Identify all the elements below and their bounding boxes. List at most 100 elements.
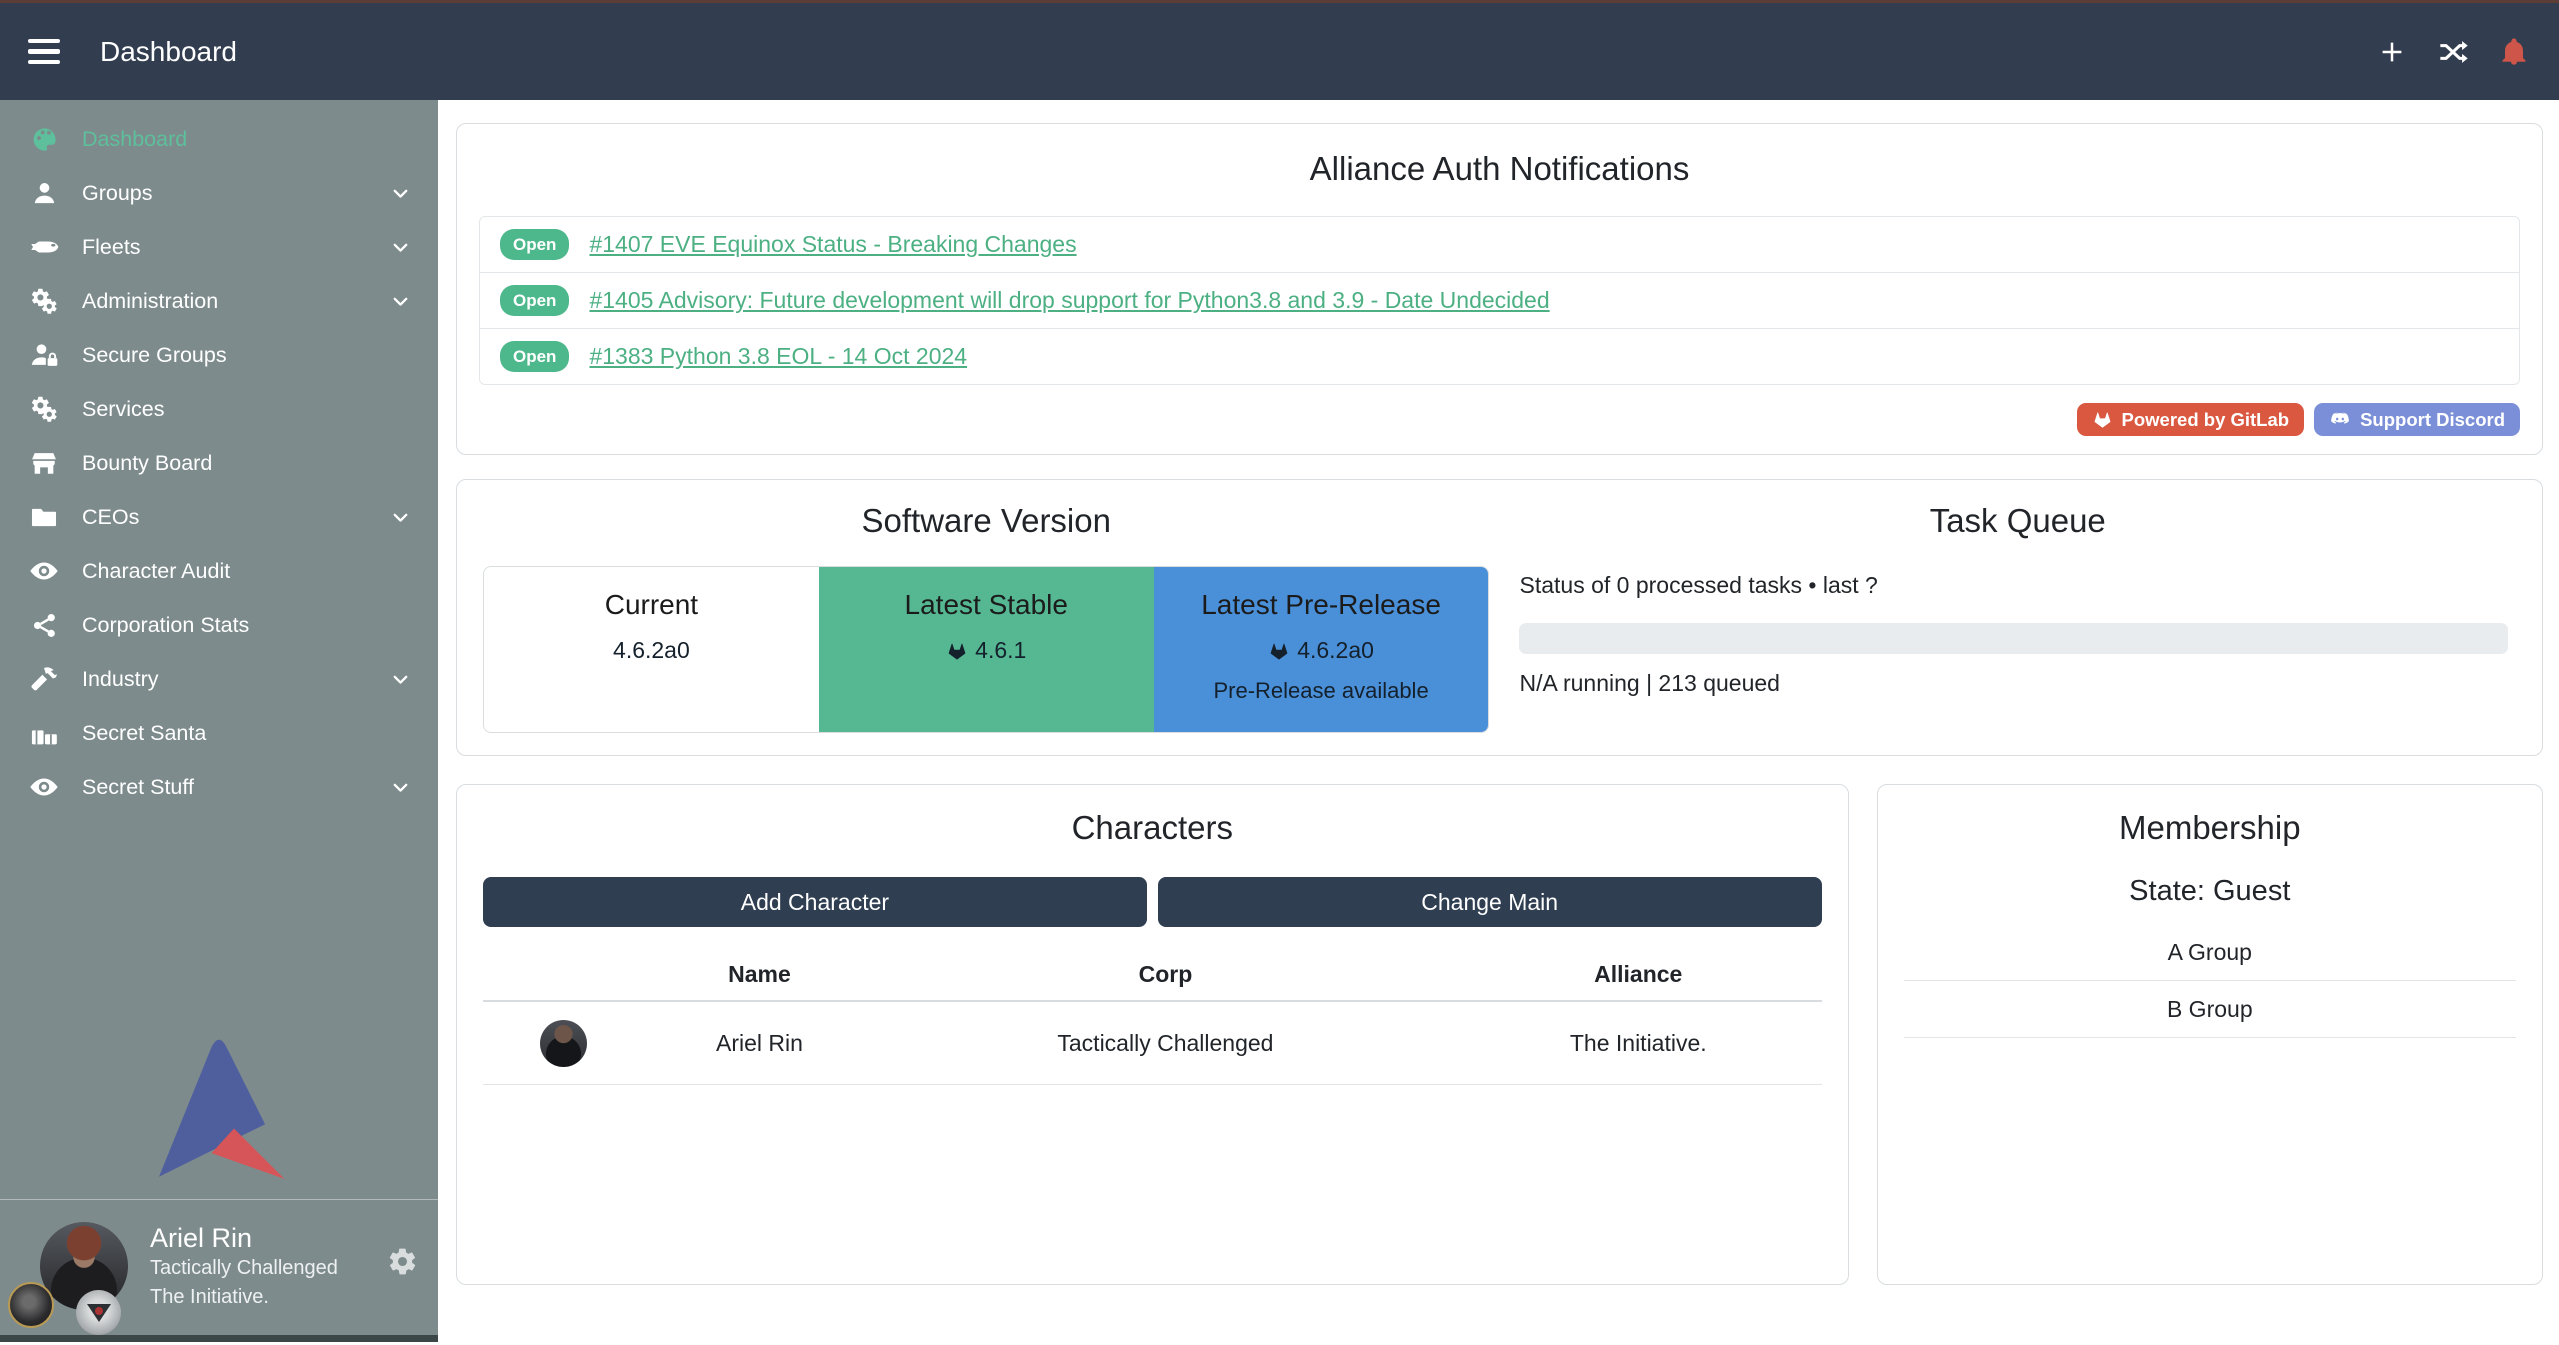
sidebar-item-label: Character Audit [82, 559, 230, 584]
list-item: A Group [1904, 924, 2516, 981]
user-settings-gear-icon[interactable] [387, 1246, 418, 1277]
shuffle-icon[interactable] [2437, 36, 2469, 68]
sidebar-item-label: Secret Santa [82, 721, 206, 746]
status-badge: Open [500, 285, 569, 316]
version-number: 4.6.2a0 [1297, 637, 1374, 664]
support-discord-badge[interactable]: Support Discord [2314, 403, 2520, 436]
page-title: Dashboard [100, 36, 237, 68]
sidebar-item-dashboard[interactable]: Dashboard [0, 112, 438, 166]
bottom-row: Characters Add Character Change Main Nam… [456, 784, 2543, 1285]
characters-table: Name Corp Alliance Ariel Rin Tactically … [483, 947, 1822, 1085]
main-content: Alliance Auth Notifications Open #1407 E… [438, 100, 2559, 1342]
share-nodes-icon [26, 609, 62, 641]
sidebar-item-label: Groups [82, 181, 153, 206]
gears-icon [26, 285, 62, 317]
sidebar-item-fleets[interactable]: Fleets [0, 220, 438, 274]
notifications-panel: Alliance Auth Notifications Open #1407 E… [456, 123, 2543, 455]
task-queue-section: Task Queue Status of 0 processed tasks •… [1505, 502, 2516, 733]
gears-icon [26, 393, 62, 425]
status-badge: Open [500, 341, 569, 372]
spaceship-icon [26, 231, 62, 263]
version-latest-prerelease: Latest Pre-Release 4.6.2a0 Pre-Release a… [1154, 567, 1489, 732]
characters-panel: Characters Add Character Change Main Nam… [456, 784, 1849, 1285]
change-main-button[interactable]: Change Main [1158, 877, 1822, 927]
store-icon [26, 447, 62, 479]
software-version-section: Software Version Current 4.6.2a0 Latest … [483, 502, 1489, 733]
prerelease-note: Pre-Release available [1154, 678, 1489, 704]
sidebar: Dashboard Groups Fleets [0, 100, 438, 1342]
version-latest-stable: Latest Stable 4.6.1 [819, 567, 1154, 732]
sidebar-item-label: Bounty Board [82, 451, 212, 476]
corp-logo [8, 1282, 54, 1328]
character-portrait [540, 1020, 587, 1067]
bell-icon[interactable] [2499, 37, 2529, 67]
list-item: B Group [1904, 981, 2516, 1038]
sidebar-item-services[interactable]: Services [0, 382, 438, 436]
membership-state: State: Guest [1896, 875, 2524, 908]
name-column-header: Name [643, 947, 876, 1001]
corp-column-header: Corp [876, 947, 1455, 1001]
version-comparison-box: Current 4.6.2a0 Latest Stable 4.6.1 Late… [483, 566, 1489, 733]
sidebar-item-corporation-stats[interactable]: Corporation Stats [0, 598, 438, 652]
sidebar-item-character-audit[interactable]: Character Audit [0, 544, 438, 598]
hammer-icon [26, 663, 62, 695]
chevron-down-icon [389, 236, 412, 259]
sidebar-item-secret-santa[interactable]: Secret Santa [0, 706, 438, 760]
notifications-footer: Powered by GitLab Support Discord [479, 403, 2520, 436]
sidebar-item-bounty-board[interactable]: Bounty Board [0, 436, 438, 490]
navbar-actions [2377, 36, 2529, 68]
gifts-icon [26, 717, 62, 749]
notification-link[interactable]: #1405 Advisory: Future development will … [589, 287, 1549, 314]
alliance-auth-logo [0, 1031, 438, 1181]
version-column-label: Latest Stable [819, 589, 1154, 621]
character-alliance: The Initiative. [1455, 1001, 1822, 1085]
add-character-button[interactable]: Add Character [483, 877, 1147, 927]
sidebar-item-label: Administration [82, 289, 218, 314]
alliance-column-header: Alliance [1455, 947, 1822, 1001]
character-corp: Tactically Challenged [876, 1001, 1455, 1085]
sidebar-item-label: Secret Stuff [82, 775, 194, 800]
version-number: 4.6.2a0 [613, 637, 690, 664]
sidebar-item-secret-stuff[interactable]: Secret Stuff [0, 760, 438, 814]
menu-toggle-icon[interactable] [28, 39, 60, 65]
user-name: Ariel Rin [150, 1222, 338, 1254]
table-row: Ariel Rin Tactically Challenged The Init… [483, 1001, 1822, 1085]
chevron-down-icon [389, 506, 412, 529]
sidebar-item-label: Dashboard [82, 127, 187, 152]
badge-label: Powered by GitLab [2122, 409, 2290, 431]
notification-link[interactable]: #1407 EVE Equinox Status - Breaking Chan… [589, 231, 1076, 258]
eye-icon [26, 771, 62, 803]
membership-title: Membership [1896, 809, 2524, 847]
sidebar-item-groups[interactable]: Groups [0, 166, 438, 220]
sidebar-item-label: Corporation Stats [82, 613, 249, 638]
powered-by-gitlab-badge[interactable]: Powered by GitLab [2077, 403, 2305, 436]
sidebar-item-industry[interactable]: Industry [0, 652, 438, 706]
membership-groups: A Group B Group [1896, 924, 2524, 1038]
task-queue-progress-bar [1519, 623, 2508, 654]
version-number: 4.6.1 [975, 637, 1026, 664]
user-panel: Ariel Rin Tactically Challenged The Init… [0, 1199, 438, 1335]
sidebar-bottom-strip [0, 1335, 438, 1342]
characters-buttons: Add Character Change Main [483, 877, 1822, 927]
user-avatar-stack [20, 1220, 132, 1325]
character-name: Ariel Rin [643, 1001, 876, 1085]
sidebar-item-administration[interactable]: Administration [0, 274, 438, 328]
notification-link[interactable]: #1383 Python 3.8 EOL - 14 Oct 2024 [589, 343, 967, 370]
characters-title: Characters [483, 809, 1822, 847]
software-version-title: Software Version [483, 502, 1489, 540]
sidebar-menu: Dashboard Groups Fleets [0, 100, 438, 814]
user-info: Ariel Rin Tactically Challenged The Init… [150, 1220, 338, 1311]
notification-row: Open #1383 Python 3.8 EOL - 14 Oct 2024 [480, 328, 2519, 384]
dashboard-palette-icon [26, 123, 62, 155]
task-queue-status: Status of 0 processed tasks • last ? [1519, 572, 2516, 599]
software-version-task-queue-panel: Software Version Current 4.6.2a0 Latest … [456, 479, 2543, 756]
user-lock-icon [26, 339, 62, 371]
sidebar-item-ceos[interactable]: CEOs [0, 490, 438, 544]
sidebar-item-secure-groups[interactable]: Secure Groups [0, 328, 438, 382]
gitlab-icon [1268, 640, 1290, 662]
chevron-down-icon [389, 668, 412, 691]
add-character-plus-icon[interactable] [2377, 37, 2407, 67]
version-column-label: Latest Pre-Release [1154, 589, 1489, 621]
notifications-title: Alliance Auth Notifications [479, 150, 2520, 188]
notification-row: Open #1405 Advisory: Future development … [480, 272, 2519, 328]
